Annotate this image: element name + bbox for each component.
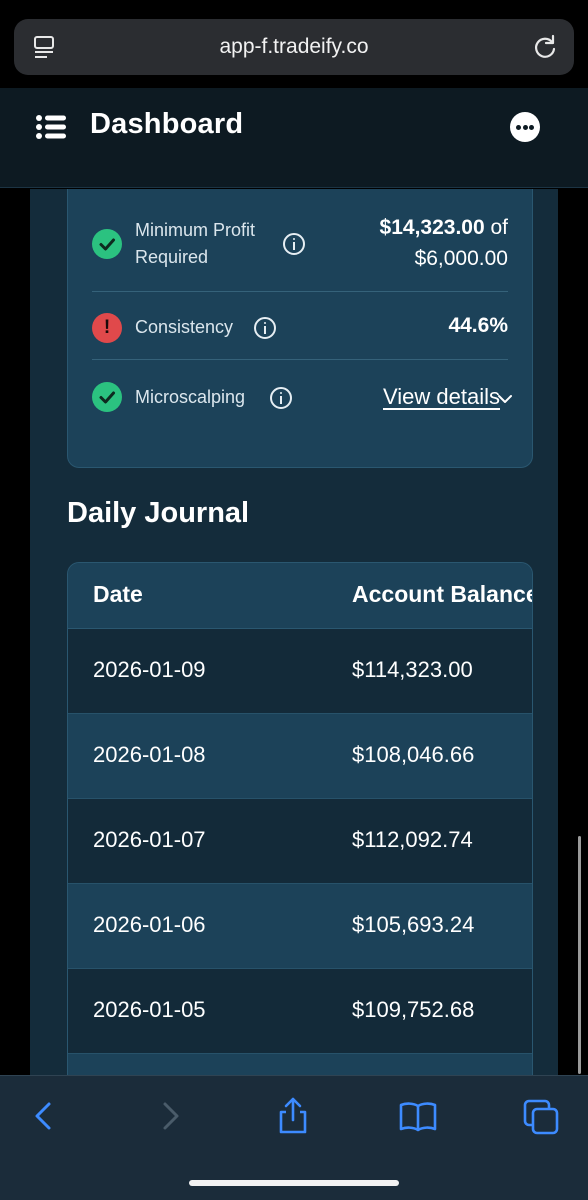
view-details-link[interactable]: View details [383, 384, 512, 410]
reload-icon[interactable] [532, 34, 558, 60]
table-row[interactable]: 2026-01-09 $114,323.00 [68, 629, 532, 714]
table-header: Date Account Balance [68, 563, 532, 629]
check-icon [92, 382, 122, 412]
tabs-icon[interactable] [522, 1096, 562, 1136]
bookmarks-icon[interactable] [398, 1096, 438, 1136]
table-row[interactable]: 2026-01-06 $105,693.24 [68, 884, 532, 969]
table-row[interactable]: 2026-01-05 $109,752.68 [68, 969, 532, 1054]
date-cell: 2026-01-05 [93, 997, 206, 1022]
rule-row-minimum-profit: Minimum Profit Required $14,323.00 of $6… [92, 215, 508, 291]
table-row-partial [68, 1054, 532, 1075]
address-bar[interactable]: app-f.tradeify.co [14, 19, 574, 75]
rule-label: Consistency [135, 317, 234, 337]
view-details-label: View details [383, 384, 500, 409]
chevron-down-icon [498, 395, 512, 403]
info-icon[interactable] [283, 233, 305, 255]
info-icon[interactable] [254, 317, 276, 339]
date-cell: 2026-01-08 [93, 742, 206, 767]
rule-value: $14,323.00 of $6,000.00 [379, 216, 508, 270]
alert-icon: ! [92, 313, 122, 343]
rule-label: Microscalping [135, 387, 246, 407]
rules-card: Minimum Profit Required $14,323.00 of $6… [67, 189, 533, 468]
table-row[interactable]: 2026-01-07 $112,092.74 [68, 799, 532, 884]
rule-label: Minimum Profit Required [135, 220, 256, 267]
rule-row-microscalping: Microscalping View details [92, 359, 512, 429]
menu-icon[interactable] [36, 114, 66, 140]
browser-top-bar: app-f.tradeify.co [0, 0, 588, 88]
info-icon[interactable] [270, 387, 292, 409]
section-title: Daily Journal [67, 497, 250, 529]
balance-cell: $114,323.00 [352, 657, 473, 682]
page-title: Dashboard [90, 108, 244, 140]
more-options-icon[interactable] [510, 112, 540, 142]
balance-cell: $105,693.24 [352, 912, 475, 937]
balance-cell: $109,752.68 [352, 997, 475, 1022]
date-cell: 2026-01-09 [93, 657, 206, 682]
app-header: Dashboard [0, 88, 588, 188]
table-row[interactable]: 2026-01-08 $108,046.66 [68, 714, 532, 799]
home-indicator[interactable] [189, 1180, 399, 1186]
column-header-date[interactable]: Date [93, 581, 143, 608]
url-text: app-f.tradeify.co [219, 35, 369, 58]
check-icon [92, 229, 122, 259]
date-cell: 2026-01-07 [93, 827, 206, 852]
balance-cell: $112,092.74 [352, 827, 473, 852]
share-icon[interactable] [273, 1096, 313, 1136]
date-cell: 2026-01-06 [93, 912, 206, 937]
journal-table: Date Account Balance 2026-01-09 $114,323… [67, 562, 533, 1075]
forward-icon[interactable] [150, 1096, 190, 1136]
scrollbar[interactable] [578, 836, 581, 1074]
back-icon[interactable] [24, 1096, 64, 1136]
rule-value: 44.6% [448, 314, 508, 337]
column-header-balance[interactable]: Account Balance [352, 581, 532, 608]
balance-cell: $108,046.66 [352, 742, 475, 767]
rule-row-consistency: ! Consistency 44.6% [92, 291, 508, 359]
